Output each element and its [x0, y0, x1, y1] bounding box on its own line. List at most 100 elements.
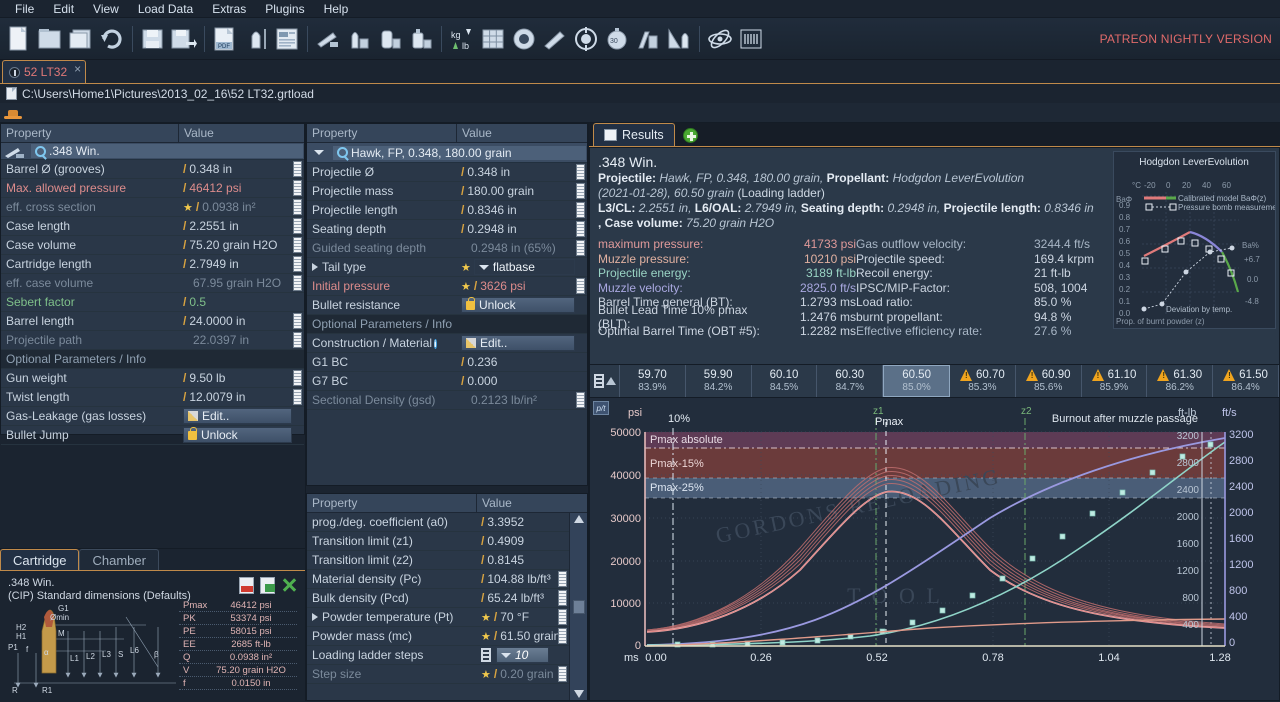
spinner-ruler-icon[interactable]: [576, 183, 585, 199]
cartridge-row[interactable]: Twist length/12.0079 in: [1, 388, 304, 407]
ladder-step-cell[interactable]: 59.70 83.9%: [620, 365, 686, 397]
cartridge-row[interactable]: Gun weight/9.50 lb: [1, 369, 304, 388]
powder-row[interactable]: Loading ladder steps 10: [307, 646, 569, 665]
powder-row[interactable]: Powder temperature (Pt) ★/70 °F: [307, 608, 569, 627]
spinner-ruler-icon[interactable]: [293, 256, 302, 272]
property-value-cell[interactable]: /0.4909: [477, 534, 569, 548]
property-value-cell[interactable]: ★/0.0938 in²: [179, 199, 304, 215]
spinner-ruler-icon[interactable]: [293, 389, 302, 405]
powder-row[interactable]: Transition limit (z2) /0.8145: [307, 551, 569, 570]
property-value-cell[interactable]: Unlock: [457, 297, 587, 313]
reload-icon[interactable]: [97, 21, 127, 57]
favorite-star-icon[interactable]: ★: [183, 201, 193, 214]
ladder-step-cell[interactable]: 61.3086.2%: [1147, 365, 1214, 397]
spinner-ruler-icon[interactable]: [558, 609, 567, 625]
close-x-icon[interactable]: [281, 577, 297, 593]
open-folder-icon[interactable]: [35, 21, 65, 57]
favorite-star-icon[interactable]: ★: [481, 611, 491, 624]
expander-icon[interactable]: [312, 263, 318, 271]
menu-item-view[interactable]: View: [84, 0, 128, 18]
export-pdf-icon[interactable]: [239, 577, 254, 594]
projectile-selector-row[interactable]: Hawk, FP, 0.348, 180.00 grain: [307, 143, 587, 163]
rifle-icon[interactable]: [313, 21, 343, 57]
cartridge-row[interactable]: eff. case volume 67.95 grain H2O: [1, 274, 304, 293]
menu-item-load-data[interactable]: Load Data: [129, 0, 202, 18]
dropdown-select[interactable]: flatbase: [473, 259, 575, 275]
powder-row[interactable]: Transition limit (z1) /0.4909: [307, 532, 569, 551]
open-recent-icon[interactable]: [66, 21, 96, 57]
cartridge-name-field[interactable]: .348 Win.: [30, 143, 304, 159]
export-pdf-icon[interactable]: PDF: [210, 21, 240, 57]
target-icon[interactable]: [571, 21, 601, 57]
spinner-ruler-icon[interactable]: [558, 628, 567, 644]
spinner-ruler-icon[interactable]: [576, 202, 585, 218]
property-value-cell[interactable]: /104.88 lb/ft³: [477, 571, 569, 587]
favorite-star-icon[interactable]: ★: [481, 668, 491, 681]
primer-icon[interactable]: [509, 21, 539, 57]
cartridge-row[interactable]: Case volume/75.20 grain H2O: [1, 236, 304, 255]
property-value-cell[interactable]: /180.00 grain: [457, 183, 587, 199]
projectile-row[interactable]: Tail type ★ flatbase: [307, 258, 587, 277]
property-value-cell[interactable]: /9.50 lb: [179, 370, 304, 386]
property-value-cell[interactable]: /2.2551 in: [179, 218, 304, 234]
atom-icon[interactable]: [705, 21, 735, 57]
expander-icon[interactable]: [312, 613, 318, 621]
property-value-cell[interactable]: /2.7949 in: [179, 256, 304, 272]
spinner-ruler-icon[interactable]: [576, 392, 585, 408]
cartridge-row[interactable]: Projectile path 22.0397 in: [1, 331, 304, 350]
property-value-cell[interactable]: 22.0397 in: [179, 332, 304, 348]
favorite-star-icon[interactable]: ★: [461, 261, 471, 274]
tab-chamber[interactable]: Chamber: [79, 549, 159, 570]
cartridge-row[interactable]: eff. cross section ★/0.0938 in²: [1, 198, 304, 217]
property-value-cell[interactable]: ★/70 °F: [477, 609, 569, 625]
strain-gauge-icon[interactable]: [736, 21, 766, 57]
property-value-cell[interactable]: /0.000: [457, 374, 587, 388]
document-tab-52-lt32[interactable]: 52 LT32 ×: [2, 60, 87, 83]
spinner-ruler-icon[interactable]: [293, 370, 302, 386]
spinner-ruler-icon[interactable]: [293, 332, 302, 348]
projectile-row[interactable]: Bullet resistance Unlock: [307, 296, 587, 315]
ladder-icon[interactable]: [481, 648, 491, 662]
menu-item-help[interactable]: Help: [315, 0, 358, 18]
ladder-step-cell[interactable]: 60.30 84.7%: [817, 365, 884, 397]
spinner-ruler-icon[interactable]: [558, 666, 567, 682]
dropdown-select[interactable]: 10: [496, 647, 549, 663]
menu-item-extras[interactable]: Extras: [203, 0, 255, 18]
projectile-row[interactable]: Construction / Material i Edit..: [307, 334, 587, 353]
menu-item-edit[interactable]: Edit: [44, 0, 83, 18]
powder-model-inset-chart[interactable]: Hodgdon LeverEvolution °C -20 0 20 40 60 BaΦ…: [1113, 151, 1279, 329]
menu-item-plugins[interactable]: Plugins: [256, 0, 313, 18]
menu-item-file[interactable]: File: [6, 0, 43, 18]
spinner-ruler-icon[interactable]: [293, 218, 302, 234]
projectile-row[interactable]: Guided seating depth 0.2948 in (65%): [307, 239, 587, 258]
spinner-ruler-icon[interactable]: [293, 161, 302, 177]
edit-button[interactable]: Edit..: [461, 335, 575, 351]
cartridge-row[interactable]: Barrel length/24.0000 in: [1, 312, 304, 331]
property-value-cell[interactable]: /3.3952: [477, 515, 569, 529]
spinner-ruler-icon[interactable]: [576, 278, 585, 294]
property-value-cell[interactable]: /0.8346 in: [457, 202, 587, 218]
property-value-cell[interactable]: ★ flatbase: [457, 259, 587, 275]
powder-row[interactable]: prog./deg. coefficient (a0) /3.3952: [307, 513, 569, 532]
scroll-down-icon[interactable]: [573, 690, 584, 698]
property-value-cell[interactable]: Unlock: [179, 427, 304, 443]
spinner-ruler-icon[interactable]: [558, 571, 567, 587]
table-grid-icon[interactable]: [478, 21, 508, 57]
projectile-row[interactable]: G1 BC/0.236: [307, 353, 587, 372]
property-value-cell[interactable]: Edit..: [179, 408, 304, 424]
property-value-cell[interactable]: /0.348 in: [457, 164, 587, 180]
spinner-ruler-icon[interactable]: [293, 180, 302, 196]
property-value-cell[interactable]: /0.2948 in: [457, 221, 587, 237]
projectile-row[interactable]: Projectile Ø/0.348 in: [307, 163, 587, 182]
ladder-step-cell[interactable]: 60.9085.6%: [1016, 365, 1082, 397]
tab-cartridge[interactable]: Cartridge: [0, 549, 80, 570]
property-value-cell[interactable]: /75.20 grain H2O: [179, 237, 304, 253]
triangle-up-icon[interactable]: [605, 377, 616, 385]
save-as-icon[interactable]: [169, 21, 199, 57]
ladder-handle[interactable]: [590, 365, 620, 397]
powder-mix-icon[interactable]: [633, 21, 663, 57]
report-icon[interactable]: [272, 21, 302, 57]
scope-icon[interactable]: [540, 21, 570, 57]
ladder-step-cell[interactable]: 60.7085.3%: [950, 365, 1016, 397]
unit-convert-icon[interactable]: kg lb: [447, 21, 477, 57]
